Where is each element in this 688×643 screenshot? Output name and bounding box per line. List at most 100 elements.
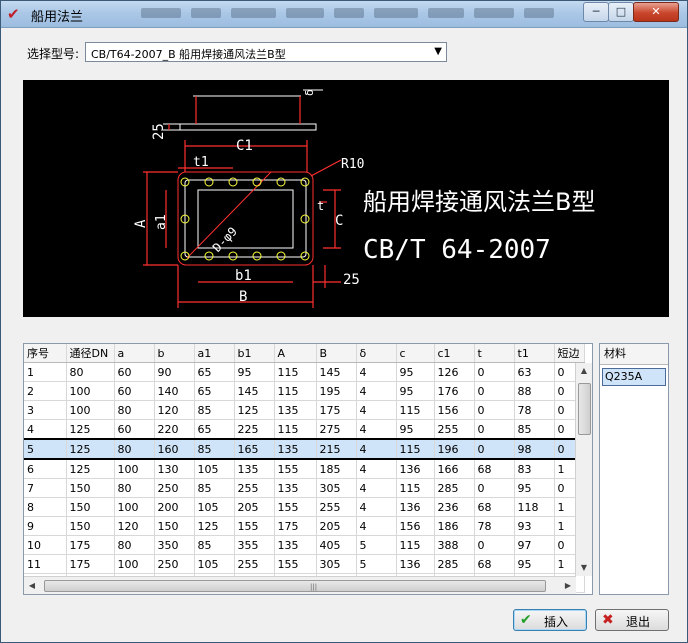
minimize-button[interactable]: ─ <box>583 2 609 22</box>
table-cell: 88 <box>514 381 555 401</box>
table-row[interactable]: 4 125 60 220 65 225 115 275 4 95 255 0 85 0 <box>24 419 585 440</box>
column-header[interactable]: c1 <box>434 344 475 363</box>
scroll-up-arrow-icon[interactable]: ▲ <box>576 363 592 379</box>
table-cell: 175 <box>66 554 115 574</box>
table-row[interactable]: 11 175 100 250 105 255 155 305 5 136 285 68 95 1 <box>24 554 585 574</box>
column-header[interactable]: A <box>274 344 317 363</box>
column-header[interactable]: a1 <box>194 344 235 363</box>
table-cell: 90 <box>154 362 195 382</box>
table-cell: 7 <box>24 478 67 498</box>
table-cell: 150 <box>66 516 115 536</box>
dim-d-label: D-φ9 <box>210 224 240 255</box>
bolt-hole <box>300 177 310 187</box>
close-x-icon: ✖ <box>602 612 614 628</box>
table-cell: 255 <box>234 554 275 574</box>
table-cell: 215 <box>316 438 357 460</box>
table-cell: 285 <box>434 478 475 498</box>
bolt-hole <box>204 251 214 261</box>
table-cell: 85 <box>194 400 235 420</box>
table-cell: 60 <box>114 362 155 382</box>
table-body: 1 80 60 90 65 95 115 145 4 95 126 0 63 0 2 100 60 140 65 14… <box>24 362 585 593</box>
table-cell: 68 <box>474 459 515 479</box>
column-header[interactable]: 短边 <box>554 344 585 363</box>
table-cell: 156 <box>434 400 475 420</box>
column-header[interactable]: t <box>474 344 515 363</box>
material-header: 材料 <box>600 344 668 365</box>
table-cell: 85 <box>194 535 235 555</box>
scroll-right-arrow-icon[interactable]: ▶ <box>560 577 576 594</box>
table-row[interactable]: 2 100 60 140 65 145 115 195 4 95 176 0 88 0 <box>24 381 585 401</box>
table-cell: 80 <box>114 478 155 498</box>
table-cell: 305 <box>316 554 357 574</box>
table-cell: 0 <box>474 362 515 382</box>
column-header[interactable]: b <box>154 344 195 363</box>
scroll-down-arrow-icon[interactable]: ▼ <box>576 560 592 576</box>
material-item-q235a[interactable]: Q235A <box>602 368 666 386</box>
column-header[interactable]: t1 <box>514 344 555 363</box>
table-cell: 85 <box>194 478 235 498</box>
table-cell: 255 <box>316 497 357 517</box>
bolt-hole <box>300 214 310 224</box>
dim-r10-leader <box>310 159 342 177</box>
close-button[interactable]: ✕ <box>633 2 679 22</box>
table-cell: 250 <box>154 554 195 574</box>
dimension-table: 序号 通径DN a b a1 b1 A Bδ c c1 t t1 短边 1 80 60 90 65 95 115 14… <box>23 343 593 595</box>
table-row[interactable]: 8 150 100 200 105 205 155 255 4 136 236 68 118 1 <box>24 497 585 517</box>
horizontal-scrollbar[interactable]: ◀ ||| ▶ <box>24 576 576 594</box>
horizontal-scroll-thumb[interactable]: ||| <box>44 580 546 592</box>
flange-bolt-line <box>184 179 307 258</box>
table-cell: 355 <box>234 535 275 555</box>
scroll-left-arrow-icon[interactable]: ◀ <box>24 577 40 594</box>
table-cell: 130 <box>154 459 195 479</box>
table-cell: 200 <box>154 497 195 517</box>
material-list: 材料 Q235A <box>599 343 669 595</box>
column-header[interactable]: c <box>396 344 435 363</box>
table-cell: 0 <box>474 535 515 555</box>
column-header[interactable]: a <box>114 344 155 363</box>
table-cell: 80 <box>114 535 155 555</box>
column-header[interactable]: B <box>316 344 357 363</box>
table-cell: 4 <box>356 400 397 420</box>
table-cell: 60 <box>114 419 155 440</box>
vertical-scrollbar[interactable]: ▲ ▼ <box>575 363 592 576</box>
table-cell: 0 <box>474 438 515 460</box>
table-cell: 95 <box>514 478 555 498</box>
table-row[interactable]: 1 80 60 90 65 95 115 145 4 95 126 0 63 0 <box>24 362 585 382</box>
table-row[interactable]: 9 150 120 150 125 155 175 205 4 156 186 78 93 1 <box>24 516 585 536</box>
chevron-down-icon[interactable]: ▼ <box>434 46 442 57</box>
table-cell: 4 <box>356 516 397 536</box>
vertical-scroll-thumb[interactable] <box>578 383 591 435</box>
table-cell: 186 <box>434 516 475 536</box>
column-header[interactable]: 通径DN <box>66 344 115 363</box>
model-label: 选择型号: <box>27 47 80 61</box>
table-cell: 97 <box>514 535 555 555</box>
table-cell: 120 <box>114 516 155 536</box>
table-row[interactable]: 5 125 80 160 85 165 135 215 4 115 196 0 98 0 <box>24 438 585 460</box>
exit-button[interactable]: ✖ 退出 <box>595 609 669 631</box>
table-cell: 8 <box>24 497 67 517</box>
table-cell: 305 <box>316 478 357 498</box>
table-cell: 100 <box>66 381 115 401</box>
table-cell: 68 <box>474 497 515 517</box>
table-cell: 4 <box>356 381 397 401</box>
table-cell: 125 <box>66 438 115 460</box>
table-row[interactable]: 6 125 100 130 105 135 155 185 4 136 166 68 83 1 <box>24 459 585 479</box>
table-cell: 0 <box>474 419 515 440</box>
table-cell: 136 <box>396 459 435 479</box>
table-cell: 95 <box>396 381 435 401</box>
table-row[interactable]: 3 100 80 120 85 125 135 175 4 115 156 0 78 0 <box>24 400 585 420</box>
column-header[interactable]: b1 <box>234 344 275 363</box>
model-select[interactable]: CB/T64-2007_B 船用焊接通风法兰B型 ▼ <box>85 42 447 62</box>
column-header[interactable]: δ <box>356 344 397 363</box>
title-bar[interactable]: ✔ 船用法兰 ─ □ ✕ <box>1 1 687 28</box>
table-cell: 93 <box>514 516 555 536</box>
insert-button[interactable]: ✔ 插入 <box>513 609 587 631</box>
table-row[interactable]: 10 175 80 350 85 355 135 405 5 115 388 0 97 0 <box>24 535 585 555</box>
table-row[interactable]: 7 150 80 250 85 255 135 305 4 115 285 0 95 0 <box>24 478 585 498</box>
table-cell: 78 <box>474 516 515 536</box>
column-header[interactable]: 序号 <box>24 344 67 363</box>
dim-25-bottom-label: 25 <box>343 272 360 288</box>
table-cell: 405 <box>316 535 357 555</box>
maximize-button[interactable]: □ <box>608 2 634 22</box>
bolt-hole <box>204 177 214 187</box>
